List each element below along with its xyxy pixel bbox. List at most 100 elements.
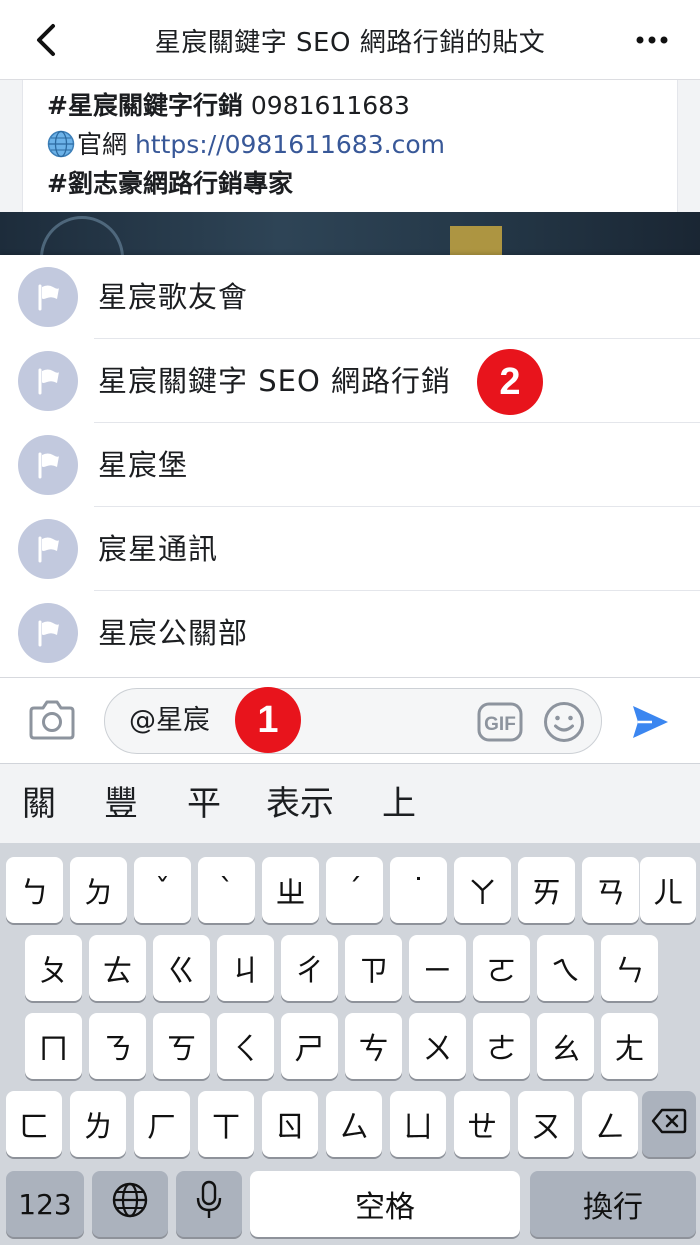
candidate-word[interactable]: 豐: [104, 764, 138, 844]
numbers-key[interactable]: 123: [6, 1171, 84, 1237]
key[interactable]: ㄅ: [6, 857, 63, 923]
suggestion-item[interactable]: 星宸公關部: [0, 591, 700, 675]
post-card: #星宸關鍵字行銷 0981611683 官網 https://098161168…: [22, 80, 678, 212]
page-flag-icon: [18, 435, 78, 495]
key[interactable]: ㄟ: [537, 935, 594, 1001]
gif-icon[interactable]: GIF: [477, 702, 523, 742]
key[interactable]: ㄔ: [281, 935, 338, 1001]
website-link[interactable]: https://0981611683.com: [135, 130, 445, 159]
key[interactable]: ㄎ: [153, 1013, 210, 1079]
key[interactable]: ˋ: [198, 857, 255, 923]
key[interactable]: ㄇ: [25, 1013, 82, 1079]
key[interactable]: ㄏ: [134, 1091, 190, 1157]
step-badge: 1: [235, 687, 301, 753]
mention-suggestions: 星宸歌友會 星宸關鍵字 SEO 網路行銷 星宸堡 宸星通訊 星宸公關部: [0, 255, 700, 677]
key[interactable]: ㄗ: [345, 935, 402, 1001]
suggestion-label: 星宸關鍵字 SEO 網路行銷: [98, 364, 451, 398]
key[interactable]: ㄜ: [473, 1013, 530, 1079]
send-icon[interactable]: [630, 702, 670, 742]
key[interactable]: ㄊ: [89, 935, 146, 1001]
suggestion-item[interactable]: 星宸關鍵字 SEO 網路行銷: [0, 339, 700, 423]
suggestion-item[interactable]: 宸星通訊: [0, 507, 700, 591]
suggestion-label: 星宸歌友會: [98, 280, 249, 314]
suggestion-label: 星宸公關部: [98, 616, 249, 650]
key[interactable]: ㄦ: [640, 857, 696, 923]
photo-emblem: [40, 216, 124, 258]
key[interactable]: ㄑ: [217, 1013, 274, 1079]
emoji-icon[interactable]: [543, 701, 585, 743]
post-preview: #星宸關鍵字行銷 0981611683 官網 https://098161168…: [0, 80, 700, 212]
post-line: 官網 https://0981611683.com: [47, 125, 677, 164]
post-line: #劉志豪網路行銷專家: [47, 164, 677, 203]
key[interactable]: ㄋ: [89, 1013, 146, 1079]
key[interactable]: ˙: [390, 857, 447, 923]
step-badge: 2: [477, 349, 543, 415]
key[interactable]: ㄉ: [70, 857, 127, 923]
key[interactable]: ㄆ: [25, 935, 82, 1001]
key[interactable]: ㄤ: [601, 1013, 658, 1079]
post-line: #星宸關鍵字行銷 0981611683: [47, 86, 677, 125]
microphone-icon: [196, 1180, 222, 1228]
top-bar: 星宸關鍵字 SEO 網路行銷的貼文: [0, 0, 700, 80]
backspace-icon: [651, 1107, 687, 1142]
backspace-key[interactable]: [642, 1091, 696, 1157]
microphone-key[interactable]: [176, 1171, 242, 1237]
key[interactable]: ㄥ: [582, 1091, 638, 1157]
comment-composer: @星宸 GIF: [0, 677, 700, 763]
globe-icon: [47, 130, 75, 158]
key[interactable]: ㄞ: [518, 857, 575, 923]
key[interactable]: ˊ: [326, 857, 383, 923]
key[interactable]: ㄓ: [262, 857, 319, 923]
candidate-word[interactable]: 上: [382, 764, 416, 844]
suggestion-item[interactable]: 星宸堡: [0, 423, 700, 507]
key[interactable]: ㄒ: [198, 1091, 254, 1157]
key[interactable]: ˇ: [134, 857, 191, 923]
comment-input-value: @星宸: [129, 705, 210, 736]
space-key[interactable]: 空格: [250, 1171, 520, 1237]
page-flag-icon: [18, 603, 78, 663]
key[interactable]: ㄨ: [409, 1013, 466, 1079]
key[interactable]: ㄙ: [326, 1091, 382, 1157]
key[interactable]: ㄝ: [454, 1091, 510, 1157]
candidate-word[interactable]: 平: [187, 764, 221, 844]
phone-number: 0981611683: [242, 91, 410, 120]
page-flag-icon: [18, 519, 78, 579]
key[interactable]: ㄕ: [281, 1013, 338, 1079]
key[interactable]: ㄖ: [262, 1091, 318, 1157]
key[interactable]: ㄡ: [518, 1091, 574, 1157]
suggestion-label: 星宸堡: [98, 448, 189, 482]
key[interactable]: ㄩ: [390, 1091, 446, 1157]
key[interactable]: ㄍ: [153, 935, 210, 1001]
key[interactable]: ㄠ: [537, 1013, 594, 1079]
comment-input[interactable]: @星宸 GIF: [104, 688, 602, 754]
page-title: 星宸關鍵字 SEO 網路行銷的貼文: [154, 27, 546, 58]
suggestion-item[interactable]: 星宸歌友會: [0, 255, 700, 339]
key[interactable]: ㄛ: [473, 935, 530, 1001]
post-photo: [0, 212, 700, 258]
page-flag-icon: [18, 267, 78, 327]
page-flag-icon: [18, 351, 78, 411]
photo-sign: [450, 226, 502, 258]
gif-label: GIF: [484, 714, 516, 735]
candidate-word[interactable]: 表示: [266, 764, 334, 844]
suggestion-label: 宸星通訊: [98, 532, 219, 566]
key[interactable]: ㄚ: [454, 857, 511, 923]
key[interactable]: ㄣ: [601, 935, 658, 1001]
candidate-word[interactable]: 關: [22, 764, 56, 844]
website-label: 官網: [77, 130, 135, 159]
key[interactable]: ㄐ: [217, 935, 274, 1001]
return-key[interactable]: 換行: [530, 1171, 696, 1237]
key[interactable]: ㄧ: [409, 935, 466, 1001]
zhuyin-keyboard: ㄅ ㄉ ˇ ˋ ㄓ ˊ ˙ ㄚ ㄞ ㄢ ㄦ ㄆ ㄊ ㄍ ㄐ ㄔ ㄗ ㄧ ㄛ ㄟ …: [0, 843, 700, 1245]
key[interactable]: ㄘ: [345, 1013, 402, 1079]
hashtag-link[interactable]: #星宸關鍵字行銷: [47, 91, 243, 120]
key[interactable]: ㄌ: [70, 1091, 126, 1157]
camera-icon[interactable]: [28, 698, 76, 742]
globe-icon: [111, 1181, 149, 1227]
globe-key[interactable]: [92, 1171, 168, 1237]
more-options-icon[interactable]: [632, 24, 672, 56]
key[interactable]: ㄈ: [6, 1091, 62, 1157]
hashtag-link[interactable]: #劉志豪網路行銷專家: [47, 169, 293, 198]
candidate-bar: 關 豐 平 表示 上: [0, 763, 700, 843]
key[interactable]: ㄢ: [582, 857, 639, 923]
